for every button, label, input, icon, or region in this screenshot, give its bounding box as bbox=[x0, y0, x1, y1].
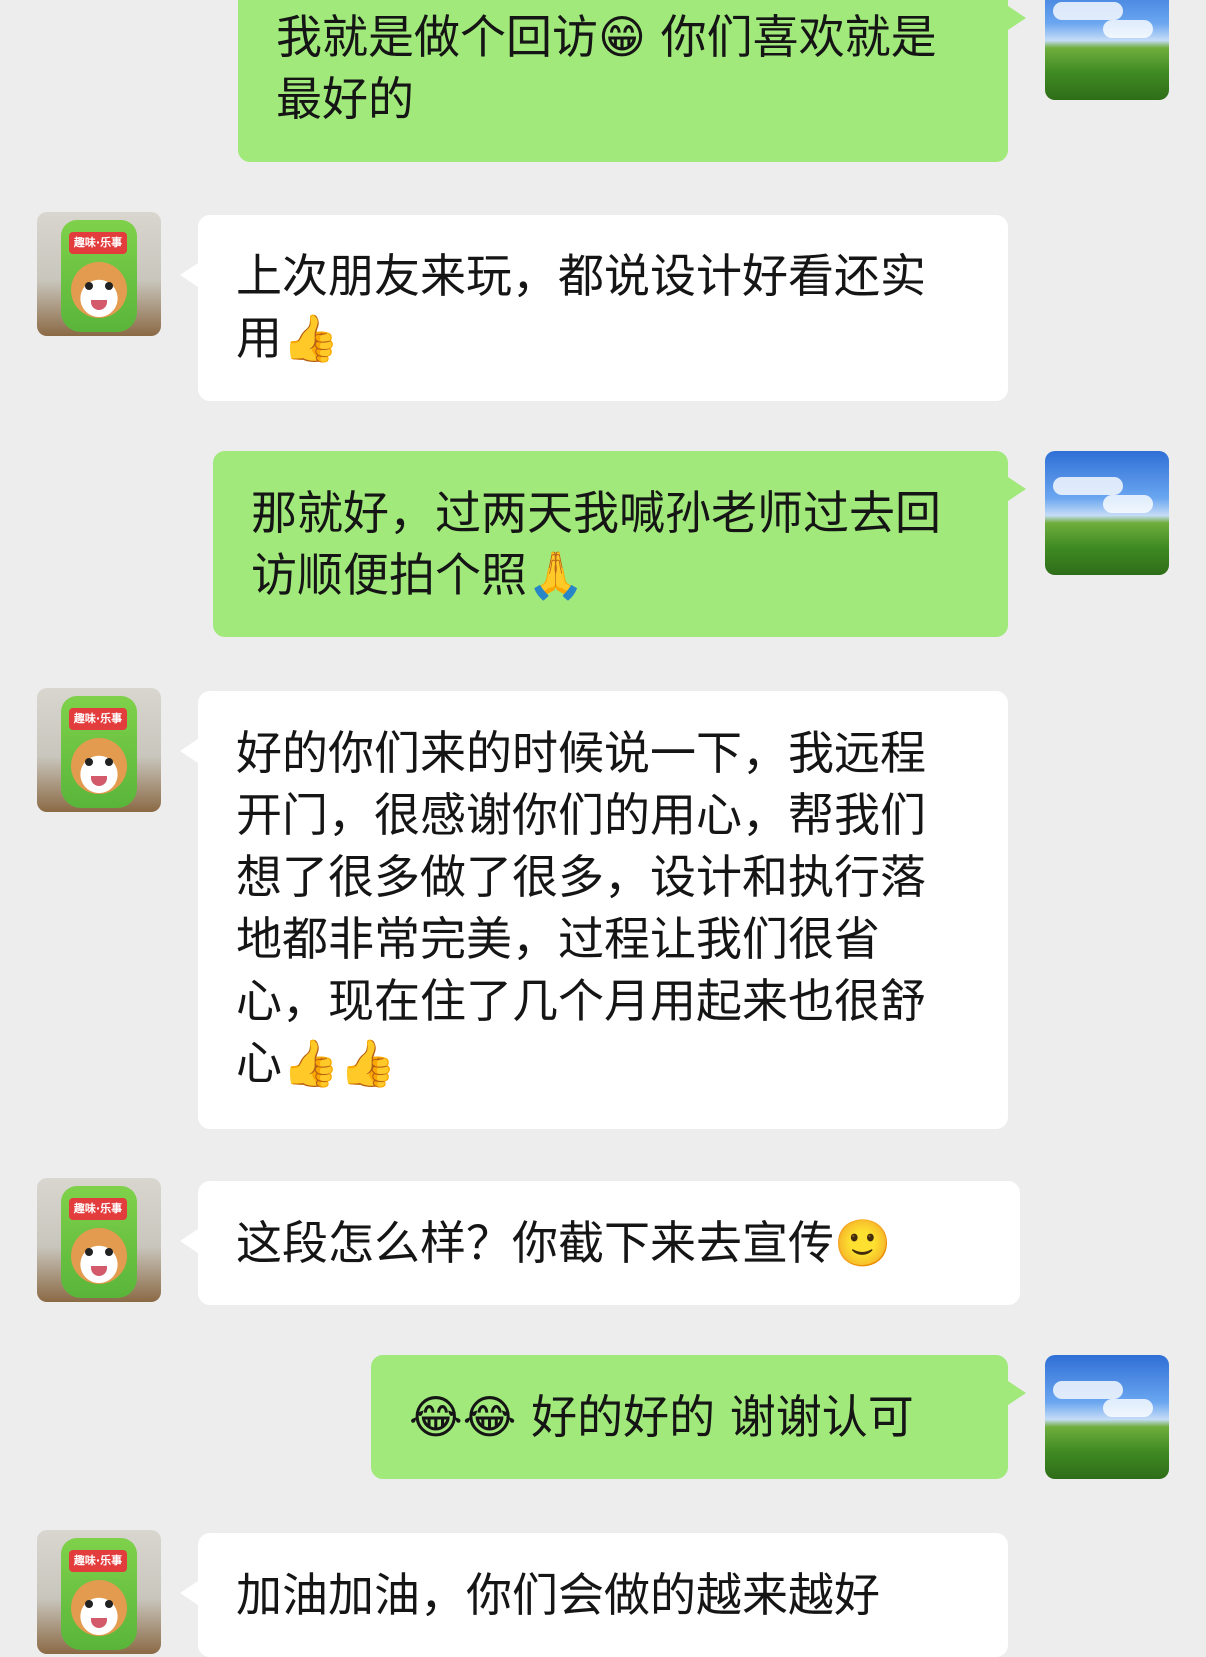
message-bubble-outgoing[interactable]: 😂😂 好的好的 谢谢认可 bbox=[371, 1355, 1026, 1479]
avatar-label: 趣味·乐事 bbox=[69, 232, 127, 254]
message-bubble-incoming[interactable]: 上次朋友来玩，都说设计好看还实用👍 bbox=[180, 215, 1008, 401]
self-avatar[interactable] bbox=[1045, 451, 1169, 575]
self-avatar[interactable] bbox=[1045, 0, 1169, 100]
contact-avatar[interactable]: 趣味·乐事 bbox=[37, 1178, 161, 1302]
message-text: 好的你们来的时候说一下，我远程开门，很感谢你们的用心，帮我们想了很多做了很多，设… bbox=[236, 726, 926, 1090]
message-text: 我就是做个回访😁 你们喜欢就是最好的 bbox=[276, 10, 937, 126]
message-bubble-incoming[interactable]: 这段怎么样？你截下来去宣传🙂 bbox=[180, 1181, 1020, 1305]
self-avatar[interactable] bbox=[1045, 1355, 1169, 1479]
contact-avatar[interactable]: 趣味·乐事 bbox=[37, 688, 161, 812]
message-bubble-incoming[interactable]: 加油加油，你们会做的越来越好 bbox=[180, 1533, 1008, 1657]
message-bubble-outgoing[interactable]: 那就好，过两天我喊孙老师过去回访顺便拍个照🙏 bbox=[213, 451, 1026, 637]
message-bubble-incoming[interactable]: 好的你们来的时候说一下，我远程开门，很感谢你们的用心，帮我们想了很多做了很多，设… bbox=[180, 691, 1008, 1129]
message-text: 这段怎么样？你截下来去宣传🙂 bbox=[236, 1216, 892, 1270]
avatar-label: 趣味·乐事 bbox=[69, 1198, 127, 1220]
avatar-label: 趣味·乐事 bbox=[69, 708, 127, 730]
message-text: 上次朋友来玩，都说设计好看还实用👍 bbox=[236, 249, 926, 365]
message-text: 😂😂 好的好的 谢谢认可 bbox=[409, 1390, 914, 1444]
avatar-label: 趣味·乐事 bbox=[69, 1550, 127, 1572]
contact-avatar[interactable]: 趣味·乐事 bbox=[37, 1530, 161, 1654]
message-text: 那就好，过两天我喊孙老师过去回访顺便拍个照🙏 bbox=[251, 486, 941, 602]
message-bubble-outgoing[interactable]: 我就是做个回访😁 你们喜欢就是最好的 bbox=[238, 0, 1026, 162]
contact-avatar[interactable]: 趣味·乐事 bbox=[37, 212, 161, 336]
message-text: 加油加油，你们会做的越来越好 bbox=[236, 1568, 880, 1622]
